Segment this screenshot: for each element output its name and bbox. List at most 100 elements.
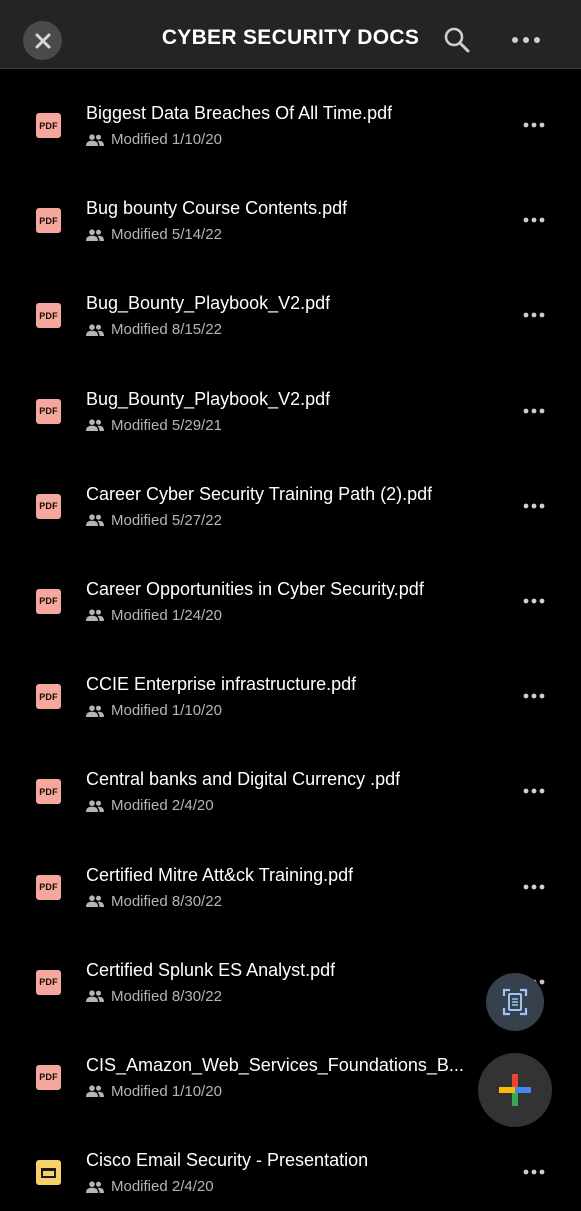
slides-file-icon [36, 1160, 61, 1186]
file-meta: Modified 5/29/21 [86, 417, 222, 434]
page-title: CYBER SECURITY DOCS [161, 26, 420, 49]
shared-people-icon [86, 1180, 104, 1193]
file-name: Bug_Bounty_Playbook_V2.pdf [86, 293, 331, 314]
pdf-file-icon: PDF [36, 113, 61, 138]
modified-date: Modified 5/27/22 [111, 511, 222, 529]
pdf-file-icon: PDF [36, 303, 61, 329]
shared-people-icon [86, 609, 104, 622]
file-name: Bug bounty Course Contents.pdf [86, 198, 348, 219]
more-horizontal-icon [523, 122, 545, 128]
plus-icon [499, 1074, 531, 1106]
shared-people-icon [86, 514, 104, 527]
file-name: CIS_Amazon_Web_Services_Foundations_B... [86, 1054, 464, 1075]
modified-date: Modified 5/14/22 [111, 226, 222, 244]
file-more-button[interactable] [517, 589, 551, 613]
file-meta: Modified 1/10/20 [86, 131, 222, 148]
modified-date: Modified 2/4/20 [111, 797, 214, 815]
file-list-item[interactable]: PDF CCIE Enterprise infrastructure.pdf Mod… [0, 640, 581, 735]
file-more-button[interactable] [517, 875, 551, 899]
more-horizontal-icon [523, 884, 545, 889]
file-name: Certified Mitre Att&ck Training.pdf [86, 864, 354, 885]
modified-date: Modified 1/10/20 [111, 702, 222, 720]
modified-date: Modified 8/30/22 [111, 892, 222, 910]
file-name: Central banks and Digital Currency .pdf [86, 769, 401, 790]
shared-people-icon [86, 419, 104, 432]
more-horizontal-icon [523, 217, 545, 223]
pdf-file-icon: PDF [36, 779, 61, 805]
add-new-button[interactable] [478, 1053, 552, 1127]
shared-people-icon [86, 133, 104, 146]
modified-date: Modified 8/15/22 [111, 321, 222, 339]
file-list-item[interactable]: PDF Biggest Data Breaches Of All Time.pdf… [0, 69, 581, 164]
shared-people-icon [86, 1085, 104, 1098]
more-horizontal-icon [512, 37, 540, 43]
file-meta: Modified 2/4/20 [86, 1178, 214, 1195]
pdf-file-icon: PDF [36, 1064, 61, 1090]
modified-date: Modified 2/4/20 [111, 1178, 214, 1196]
file-name: Career Opportunities in Cyber Security.p… [86, 578, 424, 599]
pdf-file-icon: PDF [36, 588, 61, 614]
file-list-item[interactable]: PDF Bug bounty Course Contents.pdf Modifie… [0, 164, 581, 259]
file-more-button[interactable] [517, 684, 551, 708]
more-horizontal-icon [523, 503, 545, 509]
file-name: Bug_Bounty_Playbook_V2.pdf [86, 388, 331, 409]
more-options-button[interactable] [507, 24, 545, 56]
search-button[interactable] [441, 24, 473, 56]
file-meta: Modified 5/27/22 [86, 512, 222, 529]
more-horizontal-icon [523, 598, 545, 604]
pdf-file-icon: PDF [36, 398, 61, 424]
top-app-bar: CYBER SECURITY DOCS [0, 0, 581, 69]
file-list: PDF Biggest Data Breaches Of All Time.pdf… [0, 69, 581, 1211]
more-horizontal-icon [523, 693, 545, 699]
file-name: CCIE Enterprise infrastructure.pdf [86, 674, 357, 695]
file-meta: Modified 8/30/22 [86, 988, 222, 1005]
shared-people-icon [86, 895, 104, 907]
file-list-item[interactable]: PDF Career Cyber Security Training Path (… [0, 450, 581, 545]
file-list-item[interactable]: PDF Central banks and Digital Currency .p… [0, 735, 581, 830]
file-more-button[interactable] [517, 494, 551, 518]
file-meta: Modified 2/4/20 [86, 797, 214, 814]
modified-date: Modified 1/10/20 [111, 131, 222, 148]
file-meta: Modified 5/14/22 [86, 226, 222, 243]
pdf-file-icon: PDF [36, 684, 61, 710]
pdf-file-icon: PDF [36, 969, 61, 995]
modified-date: Modified 8/30/22 [111, 987, 222, 1005]
shared-people-icon [86, 705, 104, 717]
more-horizontal-icon [523, 312, 545, 318]
more-horizontal-icon [523, 788, 545, 794]
file-more-button[interactable] [517, 303, 551, 327]
shared-people-icon [86, 990, 104, 1003]
file-meta: Modified 8/30/22 [86, 893, 222, 910]
file-list-item[interactable]: Cisco Email Security - Presentation Modif… [0, 1116, 581, 1211]
shared-people-icon [86, 800, 104, 812]
file-list-item[interactable]: PDF Bug_Bounty_Playbook_V2.pdf Modified 8/… [0, 259, 581, 354]
file-meta: Modified 8/15/22 [86, 321, 222, 338]
more-horizontal-icon [523, 408, 545, 413]
modified-date: Modified 1/10/20 [111, 1082, 222, 1100]
document-scan-icon [502, 988, 528, 1016]
file-more-button[interactable] [517, 113, 551, 137]
pdf-file-icon: PDF [36, 208, 61, 234]
file-more-button[interactable] [517, 399, 551, 423]
file-name: Biggest Data Breaches Of All Time.pdf [86, 103, 393, 123]
file-meta: Modified 1/10/20 [86, 1083, 222, 1100]
file-list-item[interactable]: PDF Certified Mitre Att&ck Training.pdf Mo… [0, 831, 581, 926]
file-list-item[interactable]: PDF Career Opportunities in Cyber Securit… [0, 545, 581, 640]
file-more-button[interactable] [517, 779, 551, 803]
modified-date: Modified 5/29/21 [111, 416, 222, 434]
file-name: Certified Splunk ES Analyst.pdf [86, 959, 336, 980]
pdf-file-icon: PDF [36, 493, 61, 519]
pdf-file-icon: PDF [36, 874, 61, 900]
file-name: Career Cyber Security Training Path (2).… [86, 483, 433, 504]
scan-document-button[interactable] [486, 973, 544, 1031]
file-more-button[interactable] [517, 1160, 551, 1184]
file-name: Cisco Email Security - Presentation [86, 1150, 369, 1171]
shared-people-icon [86, 324, 104, 336]
search-icon [444, 27, 470, 53]
file-meta: Modified 1/10/20 [86, 702, 222, 719]
shared-people-icon [86, 229, 104, 241]
slides-frame-glyph [41, 1167, 56, 1178]
file-more-button[interactable] [517, 208, 551, 232]
file-list-item[interactable]: PDF Bug_Bounty_Playbook_V2.pdf Modified 5/… [0, 355, 581, 450]
file-meta: Modified 1/24/20 [86, 607, 222, 624]
